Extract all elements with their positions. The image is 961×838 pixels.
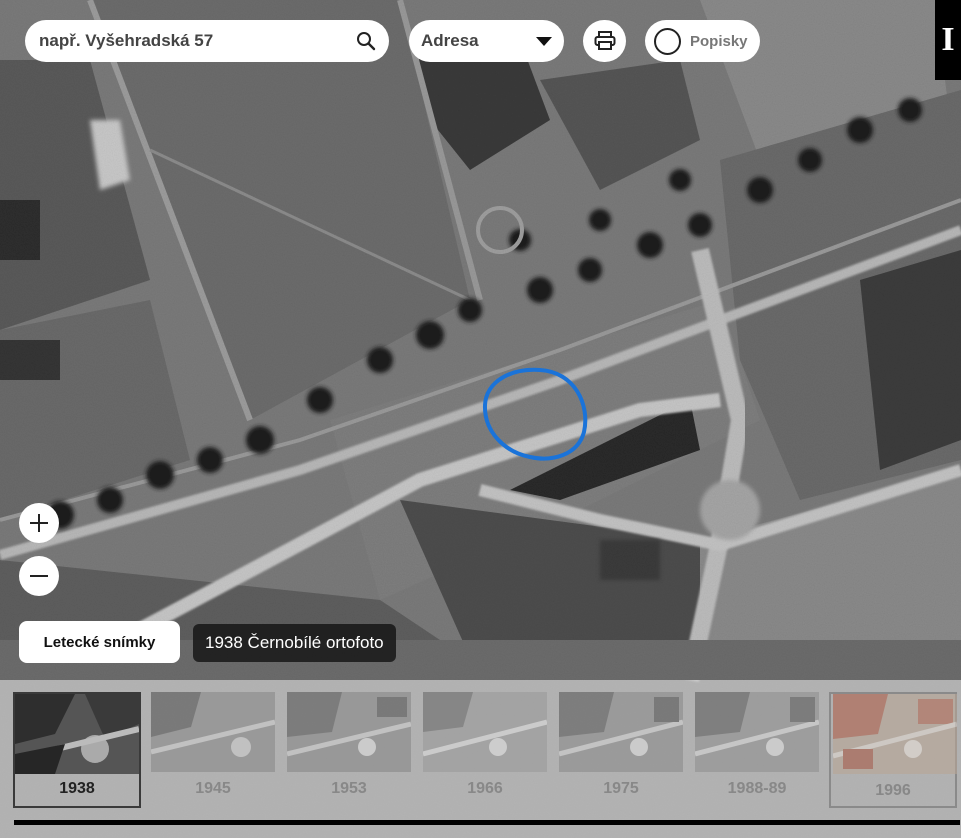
timeline-thumb-1996[interactable]: 1996 xyxy=(829,692,957,808)
chevron-down-icon xyxy=(536,36,552,46)
search-icon[interactable] xyxy=(355,30,377,52)
labels-toggle-label: Popisky xyxy=(690,32,748,50)
timeline-year: 1996 xyxy=(875,782,911,799)
print-button[interactable] xyxy=(583,20,626,62)
timeline-year: 1945 xyxy=(195,780,231,797)
printer-icon xyxy=(594,31,615,50)
corner-logo[interactable]: I xyxy=(935,0,961,80)
search-type-value: Adresa xyxy=(421,31,479,50)
timeline-thumb-1988-89[interactable]: 1988-89 xyxy=(693,692,821,808)
thumb-image xyxy=(833,694,957,774)
timeline-year: 1975 xyxy=(603,780,639,797)
zoom-out-button[interactable] xyxy=(19,556,59,596)
current-layer-caption: 1938 Černobílé ortofoto xyxy=(193,624,396,662)
zoom-in-button[interactable] xyxy=(19,503,59,543)
timeline-year: 1953 xyxy=(331,780,367,797)
plus-icon xyxy=(30,514,48,532)
thumb-image xyxy=(423,692,547,772)
thumb-image xyxy=(151,692,275,772)
thumb-image xyxy=(15,694,139,774)
timeline-year: 1988-89 xyxy=(727,780,787,797)
labels-toggle-circle-icon[interactable] xyxy=(654,27,681,55)
timeline-year: 1966 xyxy=(467,780,503,797)
thumb-image xyxy=(695,692,819,772)
aerial-photos-button[interactable]: Letecké snímky xyxy=(19,621,180,663)
timeline-thumb-1938[interactable]: 1938 xyxy=(13,692,141,808)
labels-toggle[interactable]: Popisky xyxy=(645,20,760,62)
minus-icon xyxy=(30,575,48,577)
search-type-select[interactable]: Adresa xyxy=(409,20,564,62)
thumb-image xyxy=(559,692,683,772)
timeline-thumb-1975[interactable]: 1975 xyxy=(557,692,685,808)
thumb-image xyxy=(287,692,411,772)
timeline-year: 1938 xyxy=(59,780,95,797)
timeline-bar[interactable] xyxy=(14,820,960,825)
timeline-thumb-1953[interactable]: 1953 xyxy=(285,692,413,808)
search-box[interactable] xyxy=(25,20,389,62)
year-timeline: 1938 1945 1953 1966 1975 1988-89 1996 xyxy=(0,680,961,838)
timeline-thumb-1966[interactable]: 1966 xyxy=(421,692,549,808)
address-search-input[interactable] xyxy=(39,31,355,51)
timeline-thumb-1945[interactable]: 1945 xyxy=(149,692,277,808)
